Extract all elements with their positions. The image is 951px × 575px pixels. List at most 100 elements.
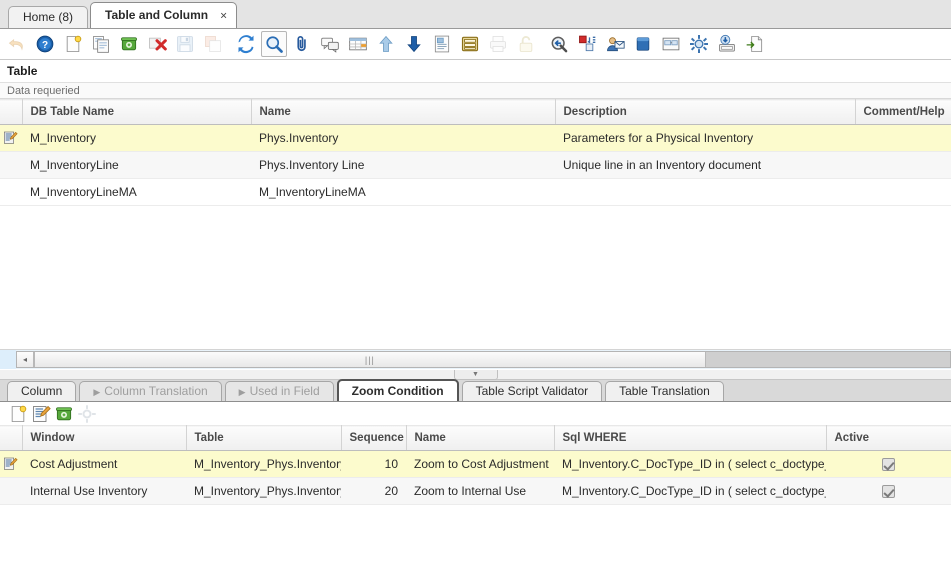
- zoom-back-icon[interactable]: [546, 31, 572, 57]
- detail-tab-table-script-validator[interactable]: Table Script Validator: [462, 381, 603, 401]
- report-icon[interactable]: [429, 31, 455, 57]
- parent-record-icon[interactable]: [373, 31, 399, 57]
- zoom-condition-header-sql_where[interactable]: Sql WHERE: [554, 426, 826, 451]
- active-checkbox-cell[interactable]: [826, 478, 951, 505]
- row-indicator[interactable]: [0, 451, 22, 478]
- request-icon[interactable]: [602, 31, 628, 57]
- zoom-condition-row[interactable]: Cost AdjustmentM_Inventory_Phys.Inventor…: [0, 451, 951, 478]
- chevron-right-icon: ▶: [93, 387, 100, 397]
- delete-selection-icon[interactable]: [144, 31, 170, 57]
- table-grid-header-description[interactable]: Description: [555, 100, 855, 125]
- table-grid-cell-name[interactable]: Phys.Inventory Line: [251, 152, 555, 179]
- zoom-condition-cell-table[interactable]: M_Inventory_Phys.Inventory: [186, 451, 341, 478]
- table-grid-panel[interactable]: DB Table NameNameDescriptionComment/Help…: [0, 99, 951, 349]
- row-indicator[interactable]: [0, 179, 22, 206]
- row-edit-icon: [3, 456, 19, 472]
- checkbox-checked-icon[interactable]: [882, 485, 895, 498]
- delete-record-icon[interactable]: [116, 31, 142, 57]
- detail-tab-column[interactable]: Column: [7, 381, 76, 401]
- refresh-icon[interactable]: [233, 31, 259, 57]
- chat-icon[interactable]: [317, 31, 343, 57]
- active-checkbox-cell[interactable]: [826, 451, 951, 478]
- export-icon[interactable]: [714, 31, 740, 57]
- workflow-icon[interactable]: [658, 31, 684, 57]
- table-grid-cell-db_table_name[interactable]: M_InventoryLineMA: [22, 179, 251, 206]
- window-tab-0[interactable]: Home (8): [8, 6, 88, 28]
- table-grid-header-name[interactable]: Name: [251, 100, 555, 125]
- zoom-condition-cell-name[interactable]: Zoom to Internal Use: [406, 478, 554, 505]
- table-grid[interactable]: DB Table NameNameDescriptionComment/Help…: [0, 99, 951, 206]
- table-grid-header-icon[interactable]: [0, 100, 22, 125]
- table-grid-cell-db_table_name[interactable]: M_InventoryLine: [22, 152, 251, 179]
- table-grid-cell-description[interactable]: [555, 179, 855, 206]
- table-grid-row[interactable]: M_InventoryPhys.InventoryParameters for …: [0, 125, 951, 152]
- table-grid-header-comment_help[interactable]: Comment/Help: [855, 100, 951, 125]
- save-create-icon: [200, 31, 226, 57]
- table-grid-cell-db_table_name[interactable]: M_Inventory: [22, 125, 251, 152]
- attachment-icon[interactable]: [289, 31, 315, 57]
- new-record-icon[interactable]: [60, 31, 86, 57]
- zoom-condition-cell-sql_where[interactable]: M_Inventory.C_DocType_ID in ( select c_d…: [554, 478, 826, 505]
- table-grid-cell-name[interactable]: M_InventoryLineMA: [251, 179, 555, 206]
- zoom-condition-body[interactable]: Cost AdjustmentM_Inventory_Phys.Inventor…: [0, 451, 951, 505]
- copy-record-icon[interactable]: [88, 31, 114, 57]
- zoom-condition-header-icon[interactable]: [0, 426, 22, 451]
- detail-tab-bar: Column▶Column Translation▶Used in FieldZ…: [0, 380, 951, 402]
- archive-icon[interactable]: [457, 31, 483, 57]
- zoom-condition-panel[interactable]: WindowTableSequenceNameSql WHEREActive C…: [0, 425, 951, 505]
- mini-new-record-icon[interactable]: [8, 404, 28, 424]
- table-grid-cell-description[interactable]: Parameters for a Physical Inventory: [555, 125, 855, 152]
- mini-edit-record-icon[interactable]: [31, 404, 51, 424]
- table-grid-row[interactable]: M_InventoryLinePhys.Inventory LineUnique…: [0, 152, 951, 179]
- import-icon[interactable]: [742, 31, 768, 57]
- table-grid-cell-comment_help[interactable]: [855, 125, 951, 152]
- zoom-condition-cell-window[interactable]: Cost Adjustment: [22, 451, 186, 478]
- zoom-condition-cell-sequence[interactable]: 20: [341, 478, 406, 505]
- scrollbar-track[interactable]: [706, 352, 950, 367]
- zoom-condition-cell-sql_where[interactable]: M_Inventory.C_DocType_ID in ( select c_d…: [554, 451, 826, 478]
- detail-tab-zoom-condition[interactable]: Zoom Condition: [337, 379, 459, 401]
- checkbox-checked-icon[interactable]: [882, 458, 895, 471]
- scrollbar-thumb[interactable]: |||: [34, 352, 706, 367]
- preference-icon[interactable]: [686, 31, 712, 57]
- row-indicator[interactable]: [0, 152, 22, 179]
- splitter-collapse-handle[interactable]: ▼: [454, 370, 498, 380]
- detail-tab-label: Zoom Condition: [352, 384, 444, 398]
- table-grid-cell-comment_help[interactable]: [855, 179, 951, 206]
- scroll-left-arrow-icon[interactable]: ◂: [17, 352, 34, 367]
- product-info-icon[interactable]: [630, 31, 656, 57]
- zoom-condition-header-sequence[interactable]: Sequence: [341, 426, 406, 451]
- row-indicator[interactable]: [0, 478, 22, 505]
- process-icon[interactable]: [574, 31, 600, 57]
- zoom-condition-cell-name[interactable]: Zoom to Cost Adjustment: [406, 451, 554, 478]
- panel-splitter[interactable]: ▼: [0, 369, 951, 380]
- zoom-condition-header-table[interactable]: Table: [186, 426, 341, 451]
- zoom-condition-row[interactable]: Internal Use InventoryM_Inventory_Phys.I…: [0, 478, 951, 505]
- zoom-condition-header-window[interactable]: Window: [22, 426, 186, 451]
- zoom-condition-cell-window[interactable]: Internal Use Inventory: [22, 478, 186, 505]
- zoom-condition-grid[interactable]: WindowTableSequenceNameSql WHEREActive C…: [0, 425, 951, 505]
- zoom-condition-cell-sequence[interactable]: 10: [341, 451, 406, 478]
- zoom-condition-cell-table[interactable]: M_Inventory_Phys.Inventory: [186, 478, 341, 505]
- table-grid-row[interactable]: M_InventoryLineMAM_InventoryLineMA: [0, 179, 951, 206]
- window-tab-active[interactable]: Table and Column×: [90, 2, 237, 28]
- table-grid-cell-name[interactable]: Phys.Inventory: [251, 125, 555, 152]
- table-grid-header-db_table_name[interactable]: DB Table Name: [22, 100, 251, 125]
- grid-toggle-icon[interactable]: [345, 31, 371, 57]
- table-grid-cell-description[interactable]: Unique line in an Inventory document: [555, 152, 855, 179]
- horizontal-scrollbar[interactable]: ◂ |||: [16, 351, 951, 368]
- help-icon[interactable]: ?: [32, 31, 58, 57]
- close-icon[interactable]: ×: [220, 3, 227, 28]
- find-icon[interactable]: [261, 31, 287, 57]
- table-grid-hscroll-row[interactable]: ◂ |||: [0, 349, 951, 369]
- zoom-condition-header-active[interactable]: Active: [826, 426, 951, 451]
- table-grid-body[interactable]: M_InventoryPhys.InventoryParameters for …: [0, 125, 951, 206]
- zoom-condition-header-name[interactable]: Name: [406, 426, 554, 451]
- detail-tab-label: Table Script Validator: [476, 384, 589, 398]
- mini-delete-record-icon[interactable]: [54, 404, 74, 424]
- save-icon: [172, 31, 198, 57]
- detail-record-icon[interactable]: [401, 31, 427, 57]
- table-grid-cell-comment_help[interactable]: [855, 152, 951, 179]
- row-indicator[interactable]: [0, 125, 22, 152]
- detail-tab-table-translation[interactable]: Table Translation: [605, 381, 724, 401]
